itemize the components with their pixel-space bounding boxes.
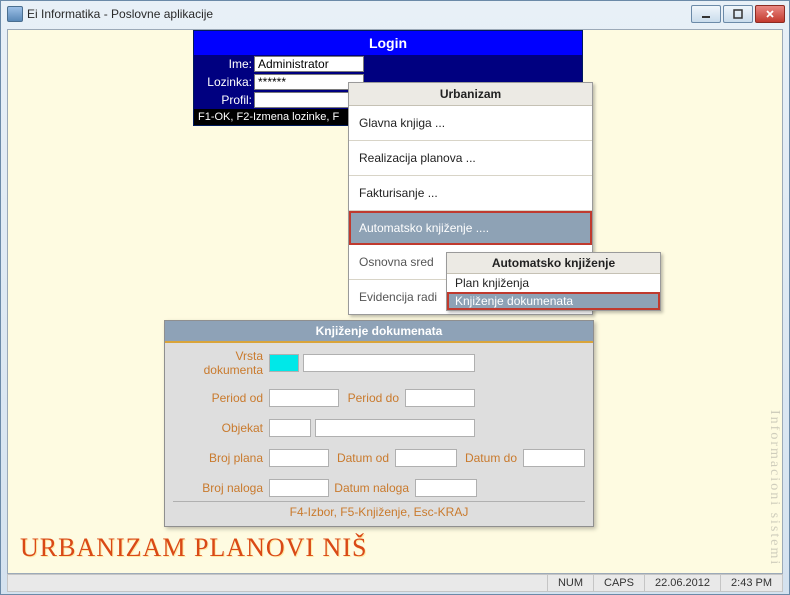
datum-naloga-input[interactable]	[415, 479, 477, 497]
window-buttons	[691, 5, 785, 23]
page-title: URBANIZAM PLANOVI NIŠ	[20, 533, 367, 563]
automatsko-knjizenje-title: Automatsko knjiženje	[447, 253, 660, 274]
status-caps: CAPS	[593, 575, 644, 591]
period-od-input[interactable]	[269, 389, 339, 407]
knjizenje-dokumenata-window: Knjiženje dokumenata Vrsta dokumenta Per…	[164, 320, 594, 527]
objekat-label: Objekat	[173, 421, 265, 435]
menu-item-fakturisanje[interactable]: Fakturisanje ...	[349, 176, 592, 211]
status-bar: NUM CAPS 22.06.2012 2:43 PM	[7, 574, 783, 592]
titlebar: Ei Informatika - Poslovne aplikacije	[1, 1, 789, 27]
menu-item-realizacija-planova[interactable]: Realizacija planova ...	[349, 141, 592, 176]
login-ime-input[interactable]	[254, 56, 364, 72]
period-do-input[interactable]	[405, 389, 475, 407]
broj-plana-label: Broj plana	[173, 451, 265, 465]
knjizenje-dokumenata-title: Knjiženje dokumenata	[165, 321, 593, 341]
datum-od-label: Datum od	[333, 451, 391, 465]
period-od-label: Period od	[173, 391, 265, 405]
datum-naloga-label: Datum naloga	[333, 481, 411, 495]
app-icon	[7, 6, 23, 22]
vrsta-dokumenta-label: Vrsta dokumenta	[173, 349, 265, 377]
menu-item-glavna-knjiga[interactable]: Glavna knjiga ...	[349, 106, 592, 141]
datum-do-label: Datum do	[461, 451, 519, 465]
login-title: Login	[194, 31, 582, 55]
knjizenje-dokumenata-body: Vrsta dokumenta Period od Period do Obje…	[165, 343, 593, 526]
broj-naloga-label: Broj naloga	[173, 481, 265, 495]
maximize-button[interactable]	[723, 5, 753, 23]
urbanizam-menu-title: Urbanizam	[349, 83, 592, 106]
vrsta-dokumenta-code-input[interactable]	[269, 354, 299, 372]
watermark-sub: Informacioni sistemi	[766, 410, 780, 566]
close-button[interactable]	[755, 5, 785, 23]
objekat-code-input[interactable]	[269, 419, 311, 437]
login-ime-label: Ime:	[194, 57, 254, 71]
status-num: NUM	[547, 575, 593, 591]
automatsko-knjizenje-menu: Automatsko knjiženje Plan knjiženja Knji…	[446, 252, 661, 311]
login-lozinka-label: Lozinka:	[194, 75, 254, 89]
datum-do-input[interactable]	[523, 449, 585, 467]
client-area: Login Ime: Lozinka: Profil: F1-OK, F2-Iz…	[7, 29, 783, 574]
period-do-label: Period do	[343, 391, 401, 405]
window-title: Ei Informatika - Poslovne aplikacije	[27, 7, 213, 21]
status-time: 2:43 PM	[720, 575, 782, 591]
knjizenje-dokumenata-footer: F4-Izbor, F5-Knjiženje, Esc-KRAJ	[173, 501, 585, 522]
login-profil-label: Profil:	[194, 93, 254, 107]
objekat-name-input[interactable]	[315, 419, 475, 437]
watermark: NexT Informacioni sistemi	[730, 276, 780, 566]
broj-plana-input[interactable]	[269, 449, 329, 467]
vrsta-dokumenta-name-input[interactable]	[303, 354, 475, 372]
status-date: 22.06.2012	[644, 575, 720, 591]
menu-item-knjizenje-dokumenata[interactable]: Knjiženje dokumenata	[447, 292, 660, 310]
minimize-button[interactable]	[691, 5, 721, 23]
datum-od-input[interactable]	[395, 449, 457, 467]
broj-naloga-input[interactable]	[269, 479, 329, 497]
main-window: Ei Informatika - Poslovne aplikacije Log…	[0, 0, 790, 595]
menu-item-plan-knjizenja[interactable]: Plan knjiženja	[447, 274, 660, 292]
menu-item-automatsko-knjizenje[interactable]: Automatsko knjiženje ....	[349, 211, 592, 245]
